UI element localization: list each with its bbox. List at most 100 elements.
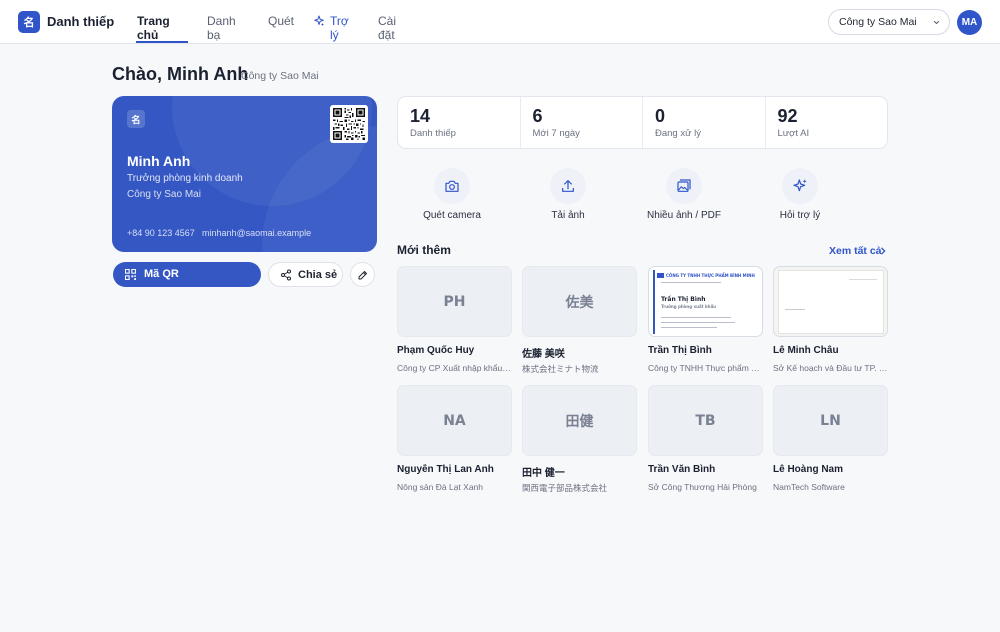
card-text-line	[661, 327, 717, 328]
stat-label: Mới 7 ngày	[532, 128, 580, 139]
card-text-line	[785, 309, 805, 310]
upload-image-action[interactable]: Tải ảnh	[513, 168, 623, 224]
nav-active-indicator	[136, 41, 188, 43]
app-logo[interactable]: 名	[18, 11, 40, 33]
nav-contacts[interactable]: Danh bạ	[207, 14, 236, 42]
contact-org: Công ty TNHH Thực phẩm …	[648, 363, 760, 373]
see-all-link[interactable]: Xem tất cả	[829, 245, 882, 257]
stat-ai-uses[interactable]: 92 Lượt AI	[766, 97, 888, 148]
company-select-value: Công ty Sao Mai	[839, 16, 917, 28]
contact-initials: PH	[397, 266, 512, 337]
stat-cards[interactable]: 14 Danh thiếp	[398, 97, 521, 148]
stat-value: 0	[655, 106, 666, 126]
stat-label: Đang xử lý	[655, 128, 701, 139]
contact-initials: 田健	[522, 385, 637, 456]
action-circle	[782, 168, 818, 204]
action-circle	[434, 168, 470, 204]
share-button[interactable]: Chia sẻ	[268, 262, 343, 287]
card-edge	[653, 270, 655, 334]
contact-name: Trần Thị Bình	[648, 345, 712, 356]
contact-card[interactable]: CÔNG TY TNHH THỰC PHẨM BÌNH MINH Trần Th…	[648, 266, 763, 376]
card-job-title: Trưởng phòng kinh doanh	[127, 173, 243, 184]
contact-initials: LN	[773, 385, 888, 456]
contact-org: Công ty CP Xuất nhập khẩu…	[397, 363, 511, 373]
greeting-company: Công ty Sao Mai	[241, 70, 319, 82]
edit-card-button[interactable]	[350, 262, 375, 287]
contact-initials: 佐美	[522, 266, 637, 337]
contact-card[interactable]: LN Lê Hoàng Nam NamTech Software	[773, 385, 888, 495]
chevron-down-icon	[933, 20, 940, 25]
contact-name: Lê Minh Châu	[773, 345, 839, 356]
company-select[interactable]: Công ty Sao Mai	[828, 9, 950, 35]
card-phone: +84 90 123 4567	[127, 228, 195, 238]
ask-assistant-action[interactable]: Hỏi trợ lý	[745, 168, 855, 224]
share-button-label: Chia sẻ	[298, 269, 338, 281]
qr-code-button[interactable]: Mã QR	[113, 262, 261, 287]
stat-label: Lượt AI	[777, 128, 810, 139]
contact-card[interactable]: 田健 田中 健一 関西電子部品株式会社	[522, 385, 637, 495]
my-business-card[interactable]: 名 Minh Anh Trưởng phòng kinh doanh Công …	[112, 96, 377, 252]
scanned-card-image	[778, 270, 884, 334]
card-name: Minh Anh	[127, 153, 191, 169]
contact-org: 株式会社ミナト物流	[522, 364, 599, 374]
nav-assistant[interactable]: Trợ lý	[330, 14, 349, 42]
action-label: Tải ảnh	[551, 210, 585, 221]
stat-value: 14	[410, 106, 431, 126]
stat-value: 92	[777, 106, 798, 126]
contact-card[interactable]: NA Nguyễn Thị Lan Anh Nông sản Đà Lạt Xa…	[397, 385, 512, 495]
nav-home[interactable]: Trang chủ	[137, 14, 170, 42]
sparkle-icon	[793, 179, 807, 192]
card-company: Công ty Sao Mai	[127, 189, 201, 200]
card-text-line	[661, 322, 735, 323]
top-bar: 名 Danh thiếp Trang chủ Danh bạ Quét Trợ …	[0, 0, 1000, 44]
qr-icon	[125, 269, 136, 280]
stat-new-7-days[interactable]: 6 Mới 7 ngày	[521, 97, 643, 148]
contact-initials: TB	[648, 385, 763, 456]
contact-org: NamTech Software	[773, 482, 845, 492]
stat-value: 6	[532, 106, 543, 126]
card-email: minhanh@saomai.example	[202, 228, 312, 238]
contact-card[interactable]: 佐美 佐藤 美咲 株式会社ミナト物流	[522, 266, 637, 376]
contact-name: Lê Hoàng Nam	[773, 464, 844, 475]
nav-settings[interactable]: Cài đặt	[378, 14, 396, 42]
card-photo-thumbnail	[773, 266, 888, 337]
card-photo-thumbnail: CÔNG TY TNHH THỰC PHẨM BÌNH MINH Trần Th…	[648, 266, 763, 337]
contact-org: Sở Kế hoạch và Đầu tư TP. …	[773, 363, 888, 373]
card-logo-mark	[657, 273, 664, 278]
card-company-text: CÔNG TY TNHH THỰC PHẨM BÌNH MINH	[666, 273, 755, 278]
qr-code-icon[interactable]	[330, 105, 368, 143]
camera-icon	[445, 180, 459, 192]
contact-card[interactable]: Lê Minh Châu Sở Kế hoạch và Đầu tư TP. …	[773, 266, 888, 376]
qr-code-button-label: Mã QR	[144, 268, 179, 280]
app-name[interactable]: Danh thiếp	[47, 14, 114, 29]
stats-panel: 14 Danh thiếp 6 Mới 7 ngày 0 Đang xử lý …	[397, 96, 888, 149]
action-circle	[550, 168, 586, 204]
contact-org: Nông sản Đà Lạt Xanh	[397, 482, 484, 492]
contact-name: Nguyễn Thị Lan Anh	[397, 464, 494, 475]
images-icon	[677, 179, 691, 192]
contact-initials: NA	[397, 385, 512, 456]
contact-org: 関西電子部品株式会社	[522, 483, 608, 493]
nav-scan[interactable]: Quét	[268, 14, 294, 28]
recent-section-title: Mới thêm	[397, 243, 451, 257]
card-person-name: Trần Thị Bình	[661, 296, 706, 303]
sparkle-icon	[314, 15, 324, 26]
stat-processing[interactable]: 0 Đang xử lý	[643, 97, 766, 148]
action-circle	[666, 168, 702, 204]
contact-name: Phạm Quốc Huy	[397, 345, 475, 356]
contact-name: 田中 健一	[522, 468, 565, 479]
scan-camera-action[interactable]: Quét camera	[397, 168, 507, 224]
upload-icon	[562, 180, 574, 192]
action-label: Quét camera	[423, 210, 481, 221]
multi-image-pdf-action[interactable]: Nhiều ảnh / PDF	[629, 168, 739, 224]
contact-org: Sở Công Thương Hải Phòng	[648, 482, 757, 492]
user-avatar[interactable]: MA	[957, 10, 982, 35]
scanned-card-image: CÔNG TY TNHH THỰC PHẨM BÌNH MINH Trần Th…	[653, 270, 759, 334]
contact-card[interactable]: TB Trần Văn Bình Sở Công Thương Hải Phòn…	[648, 385, 763, 495]
card-person-title: Trưởng phòng xuất khẩu	[661, 304, 717, 309]
card-text-line	[661, 282, 721, 283]
contact-card[interactable]: PH Phạm Quốc Huy Công ty CP Xuất nhập kh…	[397, 266, 512, 376]
contact-name: Trần Văn Bình	[648, 464, 716, 475]
action-label: Hỏi trợ lý	[779, 210, 821, 221]
card-logo: 名	[127, 110, 145, 128]
